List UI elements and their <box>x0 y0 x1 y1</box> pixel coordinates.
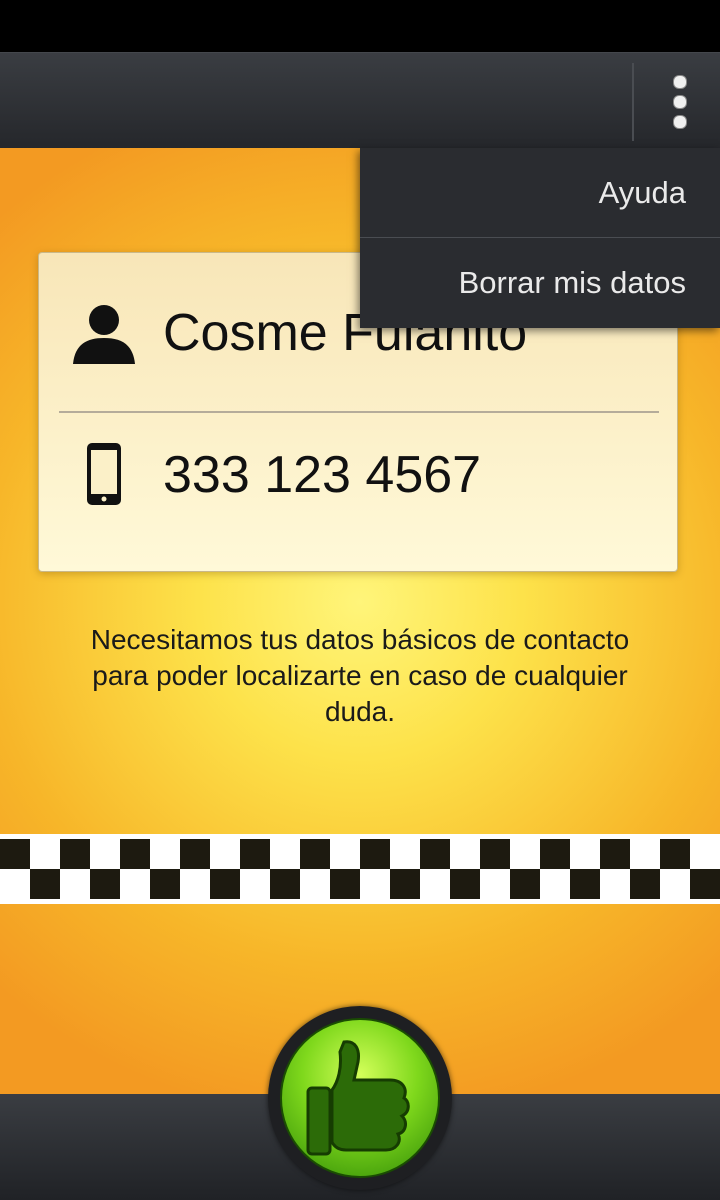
checker-square <box>60 839 90 869</box>
checker-square <box>210 869 240 899</box>
checker-square <box>570 869 600 899</box>
checker-square <box>0 839 30 869</box>
checker-square <box>270 869 300 899</box>
checkered-strip <box>0 834 720 904</box>
checker-square <box>330 869 360 899</box>
checker-square <box>510 869 540 899</box>
contact-phone: 333 123 4567 <box>163 446 482 504</box>
checker-square <box>90 869 120 899</box>
menu-item-borrar-datos[interactable]: Borrar mis datos <box>360 238 720 327</box>
checker-square <box>420 839 450 869</box>
checker-square <box>660 839 690 869</box>
action-bar <box>0 52 720 149</box>
checker-square <box>120 839 150 869</box>
checker-square <box>240 839 270 869</box>
checker-square <box>600 839 630 869</box>
overflow-menu: Ayuda Borrar mis datos <box>360 148 720 328</box>
menu-item-ayuda[interactable]: Ayuda <box>360 148 720 237</box>
more-vert-icon <box>673 75 687 89</box>
confirm-button[interactable] <box>268 1006 452 1190</box>
checker-square <box>30 869 60 899</box>
checker-square <box>450 869 480 899</box>
more-vert-icon-dot <box>673 115 687 129</box>
action-bar-divider <box>632 63 634 141</box>
overflow-menu-button[interactable] <box>660 75 702 131</box>
checker-square <box>150 869 180 899</box>
status-bar <box>0 0 720 52</box>
phone-row[interactable]: 333 123 4567 <box>39 405 677 545</box>
smartphone-icon <box>69 440 139 510</box>
person-icon <box>69 298 139 368</box>
thumbs-up-icon <box>306 1040 410 1156</box>
checker-square <box>360 839 390 869</box>
checker-square <box>540 839 570 869</box>
checker-square <box>180 839 210 869</box>
checker-square <box>300 839 330 869</box>
checker-square <box>480 839 510 869</box>
confirm-button-face <box>280 1018 440 1178</box>
checker-square <box>630 869 660 899</box>
checker-square <box>390 869 420 899</box>
more-vert-icon-dot <box>673 95 687 109</box>
checker-square <box>690 869 720 899</box>
info-message: Necesitamos tus datos básicos de contact… <box>90 624 630 727</box>
